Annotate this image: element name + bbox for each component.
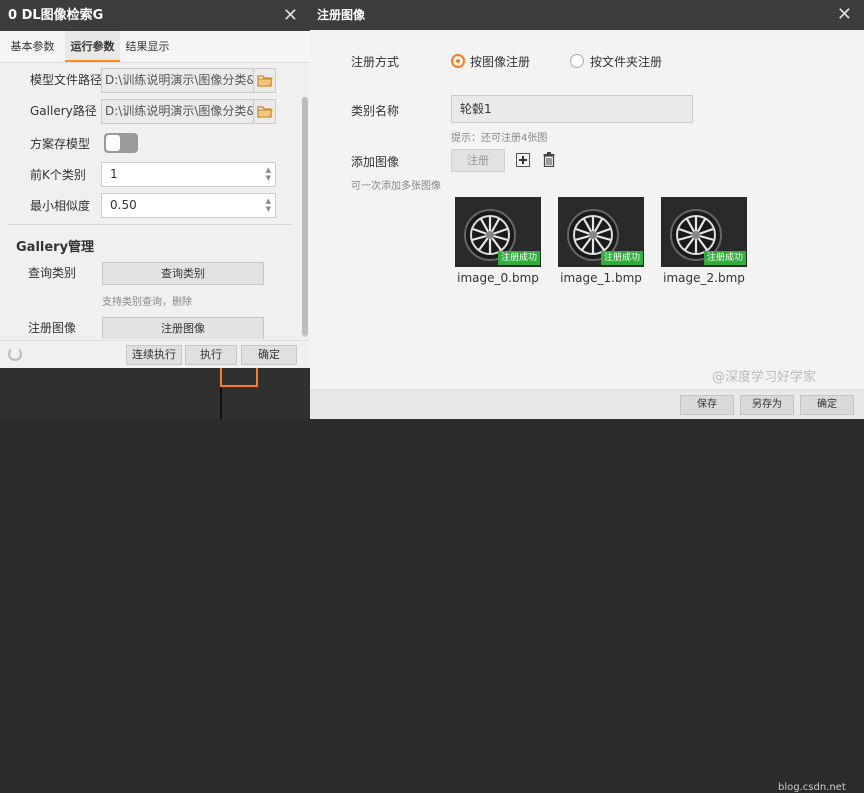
refresh-icon[interactable] — [8, 347, 22, 361]
register-image-dialog: 注册图像 ✕ 注册方式 按图像注册 按文件夹注册 类别名称 轮毂1 提示：还可注… — [310, 0, 864, 793]
radio-by-image-label[interactable]: 按图像注册 — [470, 53, 530, 70]
panel-footer: 连续执行 执行 确定 — [0, 340, 310, 368]
image-filename: image_2.bmp — [663, 271, 745, 285]
spin-arrows-icon[interactable]: ▲ ▼ — [266, 197, 271, 213]
continuous-run-button[interactable]: 连续执行 — [126, 345, 182, 365]
query-category-label: 查询类别 — [28, 266, 77, 280]
save-button[interactable]: 保存 — [680, 395, 734, 415]
query-category-button[interactable]: 查询类别 — [102, 262, 264, 285]
min-similarity-label: 最小相似度 — [30, 199, 91, 213]
radio-by-folder-label[interactable]: 按文件夹注册 — [590, 53, 662, 70]
gallery-path-value: D:\训练说明演示\图像分类& — [105, 104, 256, 118]
folder-open-icon[interactable] — [253, 69, 275, 92]
trash-icon[interactable] — [543, 152, 555, 170]
category-name-label: 类别名称 — [351, 104, 400, 118]
gallery-path-label: Gallery路径 — [30, 104, 97, 118]
register-button[interactable]: 注册 — [451, 149, 505, 172]
radio-by-image[interactable] — [451, 54, 465, 68]
topk-value: 1 — [110, 167, 118, 181]
spin-arrows-icon[interactable]: ▲ ▼ — [266, 166, 271, 182]
tab-run-params[interactable]: 运行参数 — [65, 31, 120, 62]
model-path-field[interactable]: D:\训练说明演示\图像分类& — [101, 68, 276, 93]
register-image-button[interactable]: 注册图像 — [102, 317, 264, 339]
image-filename: image_1.bmp — [560, 271, 642, 285]
success-badge: 注册成功 — [497, 251, 540, 265]
watermark: @深度学习好学家 — [712, 370, 817, 385]
tab-basic-params[interactable]: 基本参数 — [0, 31, 65, 62]
save-model-label: 方案存模型 — [30, 137, 91, 151]
toggle-knob — [106, 135, 120, 151]
radio-by-folder[interactable] — [570, 54, 584, 68]
image-thumbnail[interactable]: 注册成功 — [558, 197, 644, 267]
dialog-titlebar: 注册图像 ✕ — [310, 0, 864, 30]
panel-titlebar: 0 DL图像检索G ✕ — [0, 0, 310, 31]
watermark-url: blog.csdn.net — [778, 782, 846, 793]
run-params-body: 模型文件路径 D:\训练说明演示\图像分类& Gallery路径 D:\训练说明… — [0, 63, 310, 339]
image-thumbnail[interactable]: 注册成功 — [455, 197, 541, 267]
min-similarity-stepper[interactable]: 0.50 ▲ ▼ — [101, 193, 276, 218]
save-model-toggle[interactable] — [104, 133, 138, 153]
tab-result-display[interactable]: 结果显示 — [120, 31, 175, 62]
save-model-row: 方案存模型 — [0, 130, 310, 158]
gallery-path-field[interactable]: D:\训练说明演示\图像分类& — [101, 99, 276, 124]
image-thumbnail[interactable]: 注册成功 — [661, 197, 747, 267]
execute-button[interactable]: 执行 — [185, 345, 237, 365]
divider — [8, 224, 292, 225]
register-image-label: 注册图像 — [28, 321, 77, 335]
success-badge: 注册成功 — [703, 251, 746, 265]
add-image-label: 添加图像 — [351, 155, 400, 169]
panel-title: 0 DL图像检索G — [8, 8, 104, 23]
add-image-hint: 可一次添加多张图像 — [351, 181, 441, 192]
model-path-label: 模型文件路径 — [30, 73, 103, 87]
save-as-button[interactable]: 另存为 — [740, 395, 794, 415]
gallery-path-row: Gallery路径 D:\训练说明演示\图像分类& — [0, 97, 310, 125]
folder-open-icon[interactable] — [253, 100, 275, 123]
topk-row: 前K个类别 1 ▲ ▼ — [0, 161, 310, 189]
min-similarity-value: 0.50 — [110, 198, 137, 212]
tab-bar: 基本参数 运行参数 结果显示 — [0, 31, 310, 63]
topk-stepper[interactable]: 1 ▲ ▼ — [101, 162, 276, 187]
min-similarity-row: 最小相似度 0.50 ▲ ▼ — [0, 192, 310, 220]
dialog-footer: blog.csdn.net 保存 另存为 确定 — [310, 389, 864, 793]
category-name-hint: 提示：还可注册4张图 — [451, 133, 548, 144]
category-name-input[interactable]: 轮毂1 — [451, 95, 693, 123]
canvas-line — [220, 387, 222, 419]
query-category-hint: 支持类别查询，删除 — [102, 297, 192, 308]
close-icon[interactable]: ✕ — [837, 0, 852, 30]
confirm-button[interactable]: 确定 — [800, 395, 854, 415]
model-path-value: D:\训练说明演示\图像分类& — [105, 73, 256, 87]
gallery-section-title: Gallery管理 — [16, 240, 95, 255]
canvas-area — [0, 368, 310, 419]
close-icon[interactable]: ✕ — [283, 0, 298, 31]
topk-label: 前K个类别 — [30, 168, 86, 182]
model-path-row: 模型文件路径 D:\训练说明演示\图像分类& — [0, 66, 310, 94]
add-icon[interactable] — [516, 153, 530, 167]
image-filename: image_0.bmp — [457, 271, 539, 285]
scrollbar-thumb[interactable] — [302, 97, 308, 335]
query-category-row: 查询类别 查询类别 — [0, 259, 310, 287]
confirm-button[interactable]: 确定 — [241, 345, 297, 365]
success-badge: 注册成功 — [600, 251, 643, 265]
register-image-row: 注册图像 注册图像 — [0, 314, 310, 339]
roi-frame — [220, 368, 258, 387]
dialog-title: 注册图像 — [317, 8, 366, 22]
module-settings-panel: 0 DL图像检索G ✕ 基本参数 运行参数 结果显示 模型文件路径 D:\训练说… — [0, 0, 310, 368]
register-mode-label: 注册方式 — [351, 55, 400, 69]
scrollbar[interactable] — [302, 97, 308, 337]
